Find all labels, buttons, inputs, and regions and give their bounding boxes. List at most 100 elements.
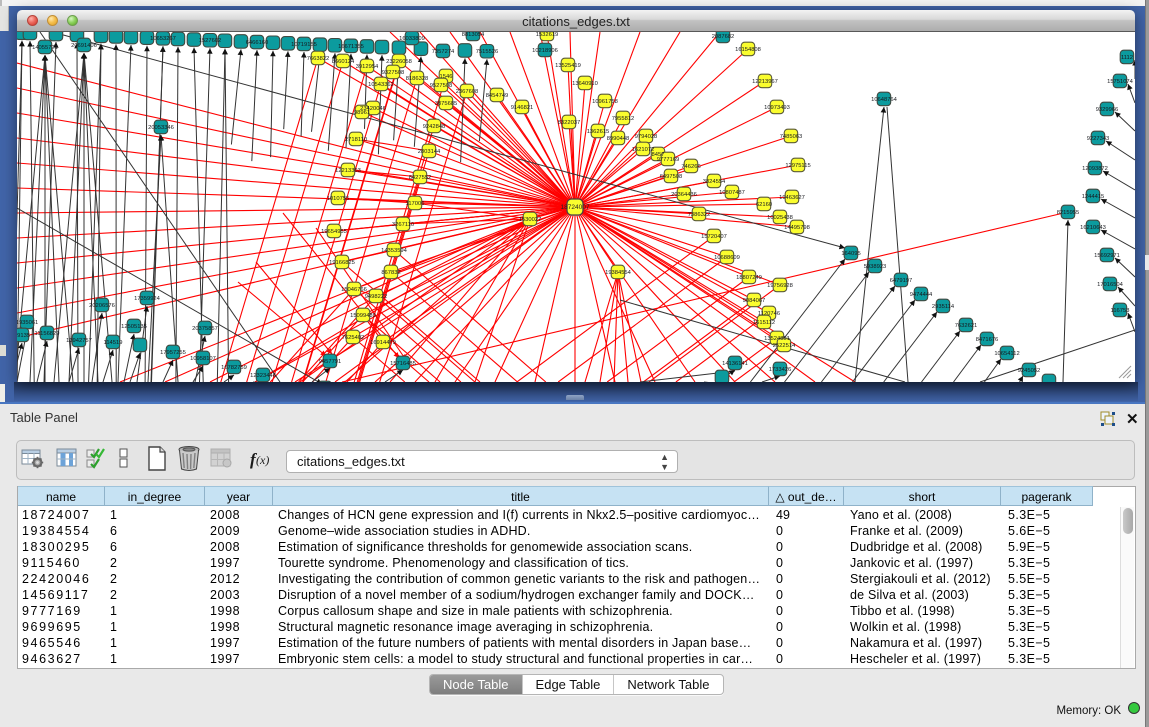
svg-text:1546: 1546 — [440, 74, 453, 80]
svg-text:13524851: 13524851 — [764, 336, 790, 342]
svg-text:8471676: 8471676 — [976, 337, 999, 343]
svg-text:18807249: 18807249 — [736, 275, 762, 281]
svg-text:7663822: 7663822 — [307, 56, 330, 62]
svg-text:9474444: 9474444 — [910, 292, 933, 298]
svg-text:14353594: 14353594 — [381, 248, 408, 254]
svg-text:7955812: 7955812 — [612, 116, 635, 122]
svg-text:1244415: 1244415 — [1082, 194, 1105, 200]
svg-text:9146821: 9146821 — [511, 105, 534, 111]
svg-text:8454749: 8454749 — [486, 93, 509, 99]
svg-text:2935114: 2935114 — [932, 304, 955, 310]
svg-text:1615112: 1615112 — [753, 320, 775, 326]
svg-text:9329966: 9329966 — [1096, 107, 1119, 113]
svg-text:20364436: 20364436 — [671, 192, 697, 198]
svg-text:16914479: 16914479 — [370, 340, 396, 346]
svg-text:16782759: 16782759 — [221, 365, 247, 371]
svg-text:19654955: 19654955 — [321, 229, 347, 235]
svg-text:10654112: 10654112 — [994, 351, 1019, 357]
svg-text:9498222: 9498222 — [365, 294, 388, 300]
svg-text:12505135: 12505135 — [121, 324, 147, 330]
svg-text:10648764: 10648764 — [871, 97, 898, 103]
svg-text:12213967: 12213967 — [752, 79, 778, 85]
svg-text:20691406: 20691406 — [71, 43, 97, 49]
svg-text:8813054: 8813054 — [462, 32, 485, 38]
svg-text:10025438: 10025438 — [767, 215, 793, 221]
svg-text:8990448: 8990448 — [607, 136, 630, 142]
svg-text:10218906: 10218906 — [532, 48, 558, 54]
svg-text:39135: 39135 — [17, 333, 30, 339]
svg-text:9242848: 9242848 — [423, 124, 446, 130]
svg-text:7625402: 7625402 — [342, 335, 365, 341]
svg-text:10973493: 10973493 — [764, 105, 790, 111]
svg-text:3875685: 3875685 — [435, 101, 458, 107]
svg-text:17957255: 17957255 — [160, 350, 186, 356]
svg-text:15692971: 15692971 — [1094, 253, 1120, 259]
svg-text:6497508: 6497508 — [660, 174, 683, 180]
svg-text:1935061: 1935061 — [17, 320, 38, 326]
svg-text:19756928: 19756928 — [767, 283, 793, 289]
svg-text:13942757: 13942757 — [66, 338, 92, 344]
svg-text:10653267: 10653267 — [150, 36, 176, 42]
svg-text:9327508: 9327508 — [382, 70, 405, 76]
svg-text:8215955: 8215955 — [1057, 210, 1080, 216]
svg-text:9527508: 9527508 — [430, 83, 453, 89]
svg-text:15751074: 15751074 — [1107, 79, 1134, 85]
svg-text:7485063: 7485063 — [780, 134, 803, 140]
svg-text:10543362: 10543362 — [368, 82, 394, 88]
svg-text:13525419: 13525419 — [555, 63, 581, 69]
svg-text:7632621: 7632621 — [955, 323, 978, 329]
svg-text:16210643: 16210643 — [1080, 225, 1106, 231]
svg-text:117006: 117006 — [406, 201, 425, 207]
svg-text:2522514: 2522514 — [773, 343, 796, 349]
svg-text:14136141: 14136141 — [722, 361, 748, 367]
svg-text:14495798: 14495798 — [784, 225, 810, 231]
svg-text:10961758: 10961758 — [592, 99, 618, 105]
svg-text:11156829: 11156829 — [35, 331, 60, 337]
svg-text:23226058: 23226058 — [386, 59, 412, 65]
svg-text:15046766: 15046766 — [341, 287, 367, 293]
svg-text:9794028: 9794028 — [635, 134, 658, 140]
svg-text:15099489: 15099489 — [350, 313, 376, 319]
svg-text:9457791: 9457791 — [319, 359, 342, 365]
svg-text:2718110: 2718110 — [345, 137, 367, 143]
svg-text:2803144: 2803144 — [418, 149, 441, 155]
svg-text:7515526: 7515526 — [476, 49, 499, 55]
svg-text:1532619: 1532619 — [536, 32, 559, 38]
svg-text:14055721: 14055721 — [32, 45, 58, 51]
svg-text:1530027: 1530027 — [519, 217, 542, 223]
svg-text:17016504: 17016504 — [1097, 282, 1124, 288]
svg-text:18724007: 18724007 — [561, 204, 590, 211]
svg-text:15720407: 15720407 — [701, 234, 727, 240]
svg-text:16671355: 16671355 — [338, 44, 364, 50]
svg-text:10688609: 10688609 — [714, 255, 740, 261]
svg-text:12323446: 12323446 — [250, 373, 276, 379]
svg-text:3824554: 3824554 — [703, 179, 726, 185]
svg-text:1362615: 1362615 — [587, 129, 610, 135]
svg-text:8660124: 8660124 — [332, 59, 355, 65]
svg-text:164095: 164095 — [841, 251, 860, 257]
svg-text:15716485: 15716485 — [390, 361, 416, 367]
svg-text:20206576: 20206576 — [89, 303, 115, 309]
svg-text:8186328: 8186328 — [406, 76, 429, 82]
svg-text:10958107: 10958107 — [190, 356, 216, 362]
svg-text:114519: 114519 — [104, 340, 123, 346]
svg-text:20375857: 20375857 — [192, 326, 218, 332]
svg-text:9084067: 9084067 — [743, 298, 766, 304]
svg-text:9245052: 9245052 — [1018, 368, 1041, 374]
svg-text:16033809: 16033809 — [399, 36, 425, 42]
svg-text:3267110: 3267110 — [392, 222, 414, 228]
svg-text:6466160: 6466160 — [246, 40, 269, 46]
svg-text:19384554: 19384554 — [605, 270, 632, 276]
svg-text:13640910: 13640910 — [572, 81, 598, 87]
svg-text:867832: 867832 — [381, 270, 400, 276]
svg-text:1010755: 1010755 — [327, 196, 350, 202]
svg-text:(x): (x) — [256, 453, 269, 467]
svg-text:7357274: 7357274 — [432, 49, 455, 55]
svg-text:116753: 116753 — [1111, 308, 1130, 314]
svg-text:19463627: 19463627 — [779, 195, 805, 201]
svg-text:12975115: 12975115 — [785, 163, 810, 169]
svg-text:12213363: 12213363 — [335, 168, 361, 174]
svg-text:1112: 1112 — [1121, 55, 1133, 61]
svg-text:98961: 98961 — [354, 110, 370, 116]
svg-text:2367608: 2367608 — [456, 89, 479, 95]
